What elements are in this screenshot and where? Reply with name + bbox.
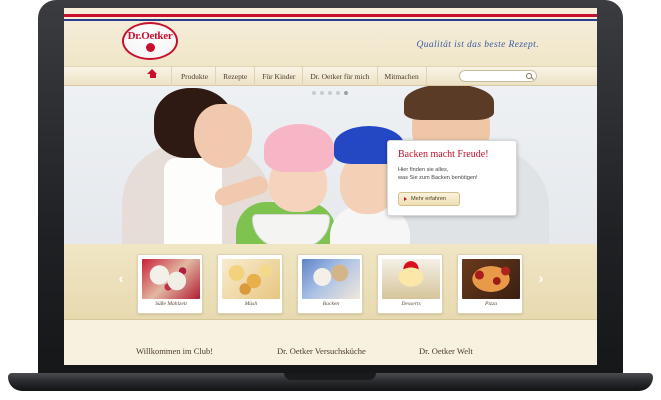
category-label: Desserts [401, 301, 421, 307]
arrow-right-icon [404, 196, 407, 201]
category-label: Backen [322, 301, 340, 307]
header-stripe-blue [64, 19, 597, 21]
category-image [462, 259, 520, 299]
header-stripe-red [64, 14, 597, 17]
hero-slide-dot[interactable] [344, 91, 348, 95]
heading-dr-oetker-welt[interactable]: Dr. Oetker Welt [419, 346, 473, 356]
home-icon [147, 68, 157, 81]
category-image [302, 259, 360, 299]
nav-home-button[interactable] [134, 67, 172, 86]
browser-screen: Dr.Oetker Qualität ist das beste Rezept.… [64, 8, 597, 365]
carousel-next-button[interactable]: › [536, 270, 546, 286]
dr-oetker-logo[interactable]: Dr.Oetker [122, 22, 178, 60]
nav-item-produkte[interactable]: Produkte [174, 67, 217, 86]
carousel-prev-button[interactable]: ‹ [116, 270, 126, 286]
hero-slide-dot[interactable] [320, 91, 324, 95]
hero-photo-father-hair [404, 86, 494, 120]
category-image [382, 259, 440, 299]
nav-item-rezepte[interactable]: Rezepte [216, 67, 256, 86]
nav-item-dr-oetker-fuer-mich[interactable]: Dr. Oetker für mich [303, 67, 378, 86]
search-icon[interactable] [526, 73, 532, 79]
category-muesli[interactable]: Müsli [217, 254, 283, 314]
category-image [142, 259, 200, 299]
hero-photo-mother-face [194, 104, 252, 168]
hero-photo-apron [164, 158, 222, 244]
hero-slide-dot[interactable] [312, 91, 316, 95]
heading-versuchskueche[interactable]: Dr. Oetker Versuchsküche [277, 346, 366, 356]
logo-text: Dr.Oetker [127, 30, 173, 42]
site-header: Dr.Oetker Qualität ist das beste Rezept. [64, 8, 597, 68]
category-image [222, 259, 280, 299]
category-label: Süße Mahlzeit [155, 301, 187, 307]
heading-willkommen-im-club[interactable]: Willkommen im Club! [136, 346, 213, 356]
hero-slide-indicators [312, 91, 348, 95]
logo-emblem-icon [145, 43, 155, 52]
hero-slide-dot[interactable] [336, 91, 340, 95]
hero-photo-pink-chef-hat [264, 124, 334, 172]
category-pizza[interactable]: Pizza [457, 254, 523, 314]
mehr-erfahren-label: Mehr erfahren [411, 196, 447, 202]
laptop-notch [284, 373, 376, 380]
category-backen[interactable]: Backen [297, 254, 363, 314]
content-section: Willkommen im Club! Dr. Oetker Versuchsk… [64, 320, 597, 365]
category-label: Pizza [484, 301, 498, 307]
chevron-left-icon: ‹ [118, 270, 124, 286]
nav-item-fuer-kinder[interactable]: Für Kinder [255, 67, 304, 86]
hero-photo-mixing-bowl [252, 214, 330, 244]
main-nav: Produkte Rezepte Für Kinder Dr. Oetker f… [64, 66, 597, 86]
hero-callout: Backen macht Freude! Hier finden sie all… [387, 140, 517, 216]
category-label: Müsli [244, 301, 258, 307]
search-input[interactable] [459, 70, 537, 82]
category-carousel: ‹ › Süße Mahlzeit Müsli Backen Desserts … [64, 244, 597, 320]
hero-banner: Backen macht Freude! Hier finden sie all… [64, 86, 597, 244]
category-suesse-mahlzeit[interactable]: Süße Mahlzeit [137, 254, 203, 314]
hero-slide-dot[interactable] [328, 91, 332, 95]
nav-item-mitmachen[interactable]: Mitmachen [378, 67, 427, 86]
hero-callout-title: Backen macht Freude! [398, 149, 489, 160]
chevron-right-icon: › [538, 270, 544, 286]
category-desserts[interactable]: Desserts [377, 254, 443, 314]
nav-items: Produkte Rezepte Für Kinder Dr. Oetker f… [174, 67, 427, 86]
site-tagline: Qualität ist das beste Rezept. [416, 40, 539, 50]
hero-callout-text: Hier finden sie alles, was Sie zum Backe… [398, 167, 478, 181]
mehr-erfahren-button[interactable]: Mehr erfahren [398, 192, 460, 206]
